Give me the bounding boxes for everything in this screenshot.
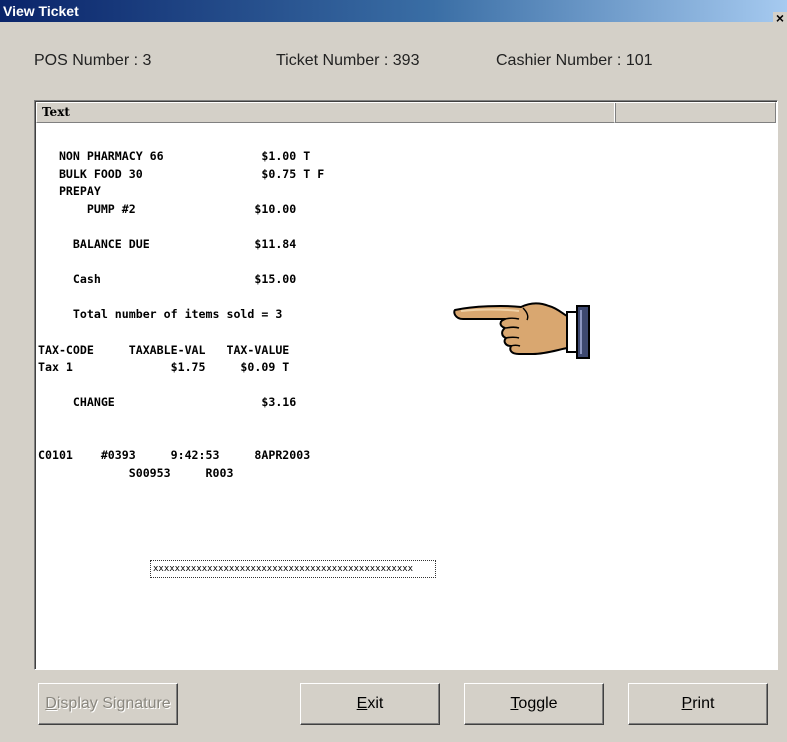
pos-number: POS Number : 3 [34, 52, 152, 69]
receipt-line: C0101 #0393 9:42:53 8APR2003 [38, 448, 311, 463]
receipt-line [38, 377, 324, 395]
column-header-row: Text [36, 102, 776, 123]
receipt-line [38, 324, 324, 342]
receipt-line: TAX-CODE TAXABLE-VAL TAX-VALUE [38, 342, 290, 357]
toggle-button[interactable]: Toggle [464, 683, 604, 725]
receipt-line: CHANGE $3.16 [38, 395, 297, 410]
receipt-line [38, 430, 324, 448]
exit-label: xit [367, 695, 384, 712]
receipt-line: NON PHARMACY 66 $1.00 T [38, 149, 311, 163]
receipt-line: Tax 1 $1.75 $0.09 T [38, 360, 290, 375]
ticket-number: Ticket Number : 393 [276, 52, 420, 69]
title-bar: View Ticket [0, 0, 787, 22]
receipt-line [38, 412, 324, 430]
cashier-number: Cashier Number : 101 [496, 52, 653, 69]
receipt-line: PUMP #2 $10.00 [38, 201, 297, 216]
receipt-line: Total number of items sold = 3 [38, 307, 283, 322]
display-signature-button[interactable]: Display Signature [38, 683, 178, 725]
column-header-empty[interactable] [614, 102, 776, 123]
display-signature-label: isplay Signature [56, 695, 171, 712]
signature-line[interactable]: xxxxxxxxxxxxxxxxxxxxxxxxxxxxxxxxxxxxxxxx… [150, 560, 436, 578]
receipt-text: NON PHARMACY 66 $1.00 T BULK FOOD 30 $0.… [38, 148, 324, 482]
print-button[interactable]: Print [628, 683, 768, 725]
pointing-hand-icon [453, 302, 590, 359]
print-label: rint [692, 695, 715, 712]
receipt-line: BALANCE DUE $11.84 [38, 236, 297, 251]
toggle-label: oggle [518, 695, 558, 712]
window-title: View Ticket [3, 3, 79, 19]
receipt-line [38, 254, 324, 272]
receipt-line: S00953 R003 [38, 465, 234, 480]
receipt-line: PREPAY [38, 184, 101, 199]
receipt-line [38, 289, 324, 307]
display-signature-mnemonic: D [45, 695, 57, 712]
exit-button[interactable]: Exit [300, 683, 440, 725]
ticket-list-view[interactable]: Text NON PHARMACY 66 $1.00 T BULK FOOD 3… [34, 100, 778, 670]
receipt-line: BULK FOOD 30 $0.75 T F [38, 166, 325, 181]
close-icon[interactable]: × [773, 11, 787, 25]
receipt-line [38, 218, 324, 236]
print-mnemonic: P [681, 695, 693, 712]
receipt-line: Cash $15.00 [38, 272, 297, 287]
column-header-text[interactable]: Text [36, 102, 616, 123]
exit-mnemonic: E [356, 695, 368, 712]
